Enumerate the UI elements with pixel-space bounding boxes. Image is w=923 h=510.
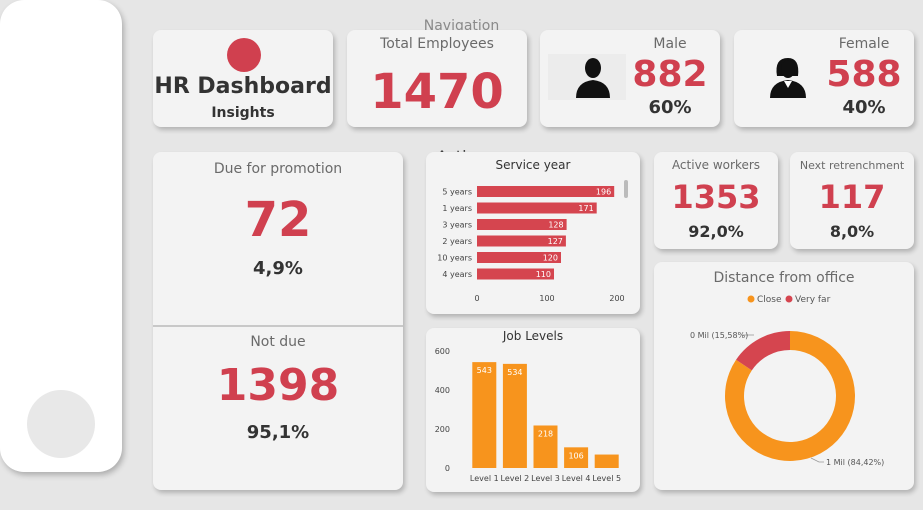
promotion-percent: 4,9% bbox=[253, 258, 303, 279]
job-levels-bar[interactable] bbox=[594, 454, 619, 468]
male-card: Male 882 60% bbox=[540, 30, 720, 127]
job-levels-value-label: 534 bbox=[507, 368, 522, 377]
active-workers-card: Active workers 1353 92,0% bbox=[654, 152, 778, 249]
service-year-value-label: 128 bbox=[548, 221, 563, 230]
job-levels-category-label: Level 1 bbox=[470, 474, 499, 483]
service-year-value-label: 196 bbox=[596, 188, 611, 197]
legend-label[interactable]: Very far bbox=[795, 295, 831, 305]
service-year-value-label: 110 bbox=[536, 270, 551, 279]
header-card: HR Dashboard Insights bbox=[153, 30, 333, 127]
male-icon bbox=[548, 54, 626, 100]
dashboard-title: HR Dashboard bbox=[154, 74, 332, 99]
promotion-card: Due for promotion 72 4,9% Not due 1398 9… bbox=[153, 152, 403, 490]
male-label: Male bbox=[653, 36, 687, 52]
service-year-card: Service year 5 years 196 1 years 171 3 years… bbox=[426, 152, 640, 314]
donut-data-label: 1 Mil (84,42%) bbox=[826, 458, 884, 467]
job-levels-bar[interactable] bbox=[472, 362, 497, 468]
legend-label[interactable]: Close bbox=[757, 295, 782, 305]
male-percent: 60% bbox=[648, 97, 692, 118]
nav-circle-button[interactable] bbox=[27, 390, 95, 458]
service-year-bar[interactable] bbox=[477, 186, 615, 197]
service-year-title: Service year bbox=[496, 158, 571, 172]
retrenchment-percent: 8,0% bbox=[829, 222, 875, 241]
donut-data-label: 0 Mil (15,58%) bbox=[690, 331, 748, 340]
service-year-value-label: 120 bbox=[543, 254, 558, 263]
promotion-label: Due for promotion bbox=[213, 161, 343, 177]
service-year-chart: Service year 5 years 196 1 years 171 3 years… bbox=[437, 158, 628, 303]
job-levels-category-label: Level 5 bbox=[592, 474, 621, 483]
service-year-category-label: 10 years bbox=[437, 254, 472, 263]
job-levels-category-label: Level 2 bbox=[501, 474, 530, 483]
navigation-panel: Navigation Home Action Detail bbox=[0, 0, 499, 472]
job-levels-bar[interactable] bbox=[502, 363, 527, 468]
service-year-value-label: 127 bbox=[548, 237, 563, 246]
job-levels-category-label: Level 3 bbox=[531, 474, 560, 483]
distance-chart: Distance from office Close Very far 1 Mil … bbox=[690, 270, 884, 467]
service-year-category-label: 1 years bbox=[442, 204, 472, 213]
not-due-value: 1398 bbox=[216, 360, 340, 411]
not-due-label: Not due bbox=[250, 334, 306, 350]
service-year-tick-label: 200 bbox=[609, 294, 624, 303]
leader-line bbox=[810, 457, 824, 463]
dashboard-subtitle: Insights bbox=[211, 105, 275, 121]
total-employees-label: Total Employees bbox=[380, 36, 494, 52]
service-year-tick-label: 0 bbox=[474, 294, 479, 303]
female-label: Female bbox=[838, 36, 890, 52]
job-levels-chart: Job Levels 0 200 400 600 543 Level 1 534 Level … bbox=[435, 329, 621, 483]
male-value: 882 bbox=[632, 54, 708, 95]
female-card: Female 588 40% bbox=[734, 30, 914, 127]
legend-marker bbox=[747, 295, 755, 303]
total-employees-card: Total Employees 1470 bbox=[347, 30, 527, 127]
job-levels-tick-label: 400 bbox=[435, 386, 450, 395]
chart-scrollbar[interactable] bbox=[624, 180, 628, 198]
service-year-category-label: 3 years bbox=[442, 221, 472, 230]
job-levels-title: Job Levels bbox=[502, 329, 563, 343]
legend-marker bbox=[785, 295, 793, 303]
total-employees-value: 1470 bbox=[370, 64, 504, 120]
job-levels-tick-label: 600 bbox=[435, 347, 450, 356]
job-levels-value-label: 218 bbox=[538, 429, 553, 438]
job-levels-card: Job Levels 0 200 400 600 543 Level 1 534 Level … bbox=[426, 328, 640, 492]
service-year-tick-label: 100 bbox=[539, 294, 554, 303]
distance-card: Distance from office Close Very far 1 Mil … bbox=[654, 262, 914, 490]
female-percent: 40% bbox=[842, 97, 886, 118]
job-levels-value-label: 543 bbox=[477, 366, 492, 375]
service-year-category-label: 4 years bbox=[442, 270, 472, 279]
job-levels-tick-label: 0 bbox=[445, 464, 450, 473]
not-due-percent: 95,1% bbox=[246, 422, 310, 443]
active-workers-percent: 92,0% bbox=[688, 222, 744, 241]
logo-dot-icon bbox=[227, 38, 261, 72]
job-levels-tick-label: 200 bbox=[435, 425, 450, 434]
job-levels-category-label: Level 4 bbox=[562, 474, 591, 483]
active-workers-value: 1353 bbox=[671, 178, 761, 216]
active-workers-label: Active workers bbox=[671, 158, 761, 172]
service-year-category-label: 2 years bbox=[442, 237, 472, 246]
distance-title: Distance from office bbox=[713, 270, 854, 286]
retrenchment-value: 117 bbox=[818, 178, 886, 216]
divider bbox=[153, 325, 403, 327]
promotion-value: 72 bbox=[244, 192, 312, 248]
job-levels-value-label: 106 bbox=[568, 451, 583, 460]
service-year-category-label: 5 years bbox=[442, 188, 472, 197]
retrenchment-label: Next retrenchment bbox=[799, 159, 905, 172]
service-year-value-label: 171 bbox=[578, 204, 593, 213]
retrenchment-card: Next retrenchment 117 8,0% bbox=[790, 152, 914, 249]
female-icon bbox=[742, 54, 820, 100]
female-value: 588 bbox=[826, 54, 902, 95]
